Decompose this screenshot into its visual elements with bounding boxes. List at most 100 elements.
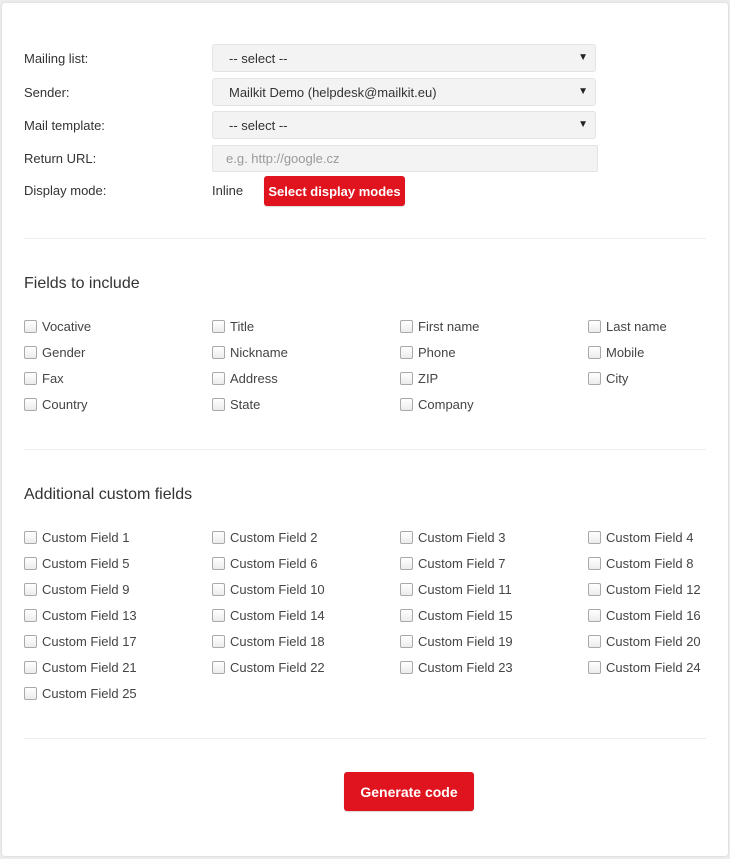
checkbox-option[interactable]: Custom Field 24 — [588, 658, 701, 676]
generate-code-button[interactable]: Generate code — [344, 772, 474, 811]
checkbox[interactable] — [24, 608, 37, 622]
checkbox-option[interactable]: Custom Field 14 — [212, 606, 325, 624]
checkbox-option[interactable]: Custom Field 22 — [212, 658, 325, 676]
checkbox-option[interactable]: Custom Field 19 — [400, 632, 513, 650]
checkbox[interactable] — [400, 345, 413, 359]
checkbox[interactable] — [588, 319, 601, 333]
checkbox[interactable] — [588, 530, 601, 544]
checkbox-label: Custom Field 12 — [606, 581, 701, 597]
checkbox-option[interactable]: Custom Field 10 — [212, 580, 325, 598]
checkbox[interactable] — [24, 397, 37, 411]
checkbox-option[interactable]: Custom Field 6 — [212, 554, 317, 572]
checkbox[interactable] — [588, 556, 601, 570]
checkbox[interactable] — [588, 634, 601, 648]
checkbox[interactable] — [400, 660, 413, 674]
checkbox-option[interactable]: State — [212, 395, 260, 413]
checkbox-option[interactable]: Last name — [588, 317, 667, 335]
checkbox[interactable] — [588, 608, 601, 622]
select-display-modes-button[interactable]: Select display modes — [264, 176, 405, 206]
checkbox-option[interactable]: Mobile — [588, 343, 644, 361]
checkbox[interactable] — [24, 660, 37, 674]
checkbox-label: Custom Field 13 — [42, 607, 137, 623]
checkbox-label: Custom Field 18 — [230, 633, 325, 649]
checkbox-option[interactable]: Vocative — [24, 317, 91, 335]
checkbox[interactable] — [24, 371, 37, 385]
checkbox-option[interactable]: Fax — [24, 369, 64, 387]
checkbox-option[interactable]: Custom Field 2 — [212, 528, 317, 546]
checkbox-label: Company — [418, 396, 474, 412]
checkbox[interactable] — [400, 397, 413, 411]
checkbox[interactable] — [24, 556, 37, 570]
checkbox-option[interactable]: Custom Field 25 — [24, 684, 137, 702]
checkbox-option[interactable]: Custom Field 20 — [588, 632, 701, 650]
checkbox[interactable] — [400, 530, 413, 544]
return-url-row: Return URL: — [24, 144, 212, 172]
checkbox-label: Gender — [42, 344, 86, 360]
checkbox-option[interactable]: Custom Field 13 — [24, 606, 137, 624]
checkbox[interactable] — [400, 582, 413, 596]
checkbox[interactable] — [212, 397, 225, 411]
checkbox[interactable] — [400, 634, 413, 648]
checkbox[interactable] — [24, 686, 37, 700]
checkbox[interactable] — [24, 634, 37, 648]
checkbox-option[interactable]: Custom Field 7 — [400, 554, 505, 572]
checkbox-option[interactable]: Custom Field 1 — [24, 528, 129, 546]
checkbox-option[interactable]: Custom Field 8 — [588, 554, 693, 572]
checkbox[interactable] — [400, 319, 413, 333]
return-url-placeholder: e.g. http://google.cz — [226, 151, 340, 166]
checkbox[interactable] — [212, 556, 225, 570]
checkbox-option[interactable]: Custom Field 18 — [212, 632, 325, 650]
checkbox[interactable] — [24, 345, 37, 359]
mailing-list-row: Mailing list: — [24, 44, 212, 72]
checkbox[interactable] — [400, 556, 413, 570]
checkbox[interactable] — [212, 530, 225, 544]
checkbox[interactable] — [24, 319, 37, 333]
checkbox-option[interactable]: Country — [24, 395, 88, 413]
checkbox-option[interactable]: Custom Field 9 — [24, 580, 129, 598]
checkbox-option[interactable]: Company — [400, 395, 474, 413]
return-url-input[interactable]: e.g. http://google.cz — [212, 145, 598, 172]
checkbox[interactable] — [212, 634, 225, 648]
sender-row: Sender: — [24, 78, 212, 106]
checkbox[interactable] — [588, 345, 601, 359]
checkbox-option[interactable]: City — [588, 369, 628, 387]
checkbox-option[interactable]: Custom Field 23 — [400, 658, 513, 676]
checkbox[interactable] — [212, 660, 225, 674]
checkbox-option[interactable]: Title — [212, 317, 254, 335]
checkbox-label: Custom Field 22 — [230, 659, 325, 675]
sender-select[interactable]: Mailkit Demo (helpdesk@mailkit.eu) ▼ — [212, 78, 596, 106]
checkbox-option[interactable]: Custom Field 11 — [400, 580, 512, 598]
checkbox[interactable] — [400, 371, 413, 385]
checkbox-option[interactable]: Custom Field 5 — [24, 554, 129, 572]
mail-template-select[interactable]: -- select -- ▼ — [212, 111, 596, 139]
checkbox[interactable] — [212, 608, 225, 622]
checkbox[interactable] — [24, 530, 37, 544]
checkbox-label: Custom Field 11 — [418, 581, 512, 597]
checkbox[interactable] — [212, 319, 225, 333]
checkbox[interactable] — [212, 371, 225, 385]
checkbox-option[interactable]: First name — [400, 317, 479, 335]
checkbox-option[interactable]: ZIP — [400, 369, 438, 387]
checkbox-label: City — [606, 370, 629, 386]
checkbox-label: Custom Field 4 — [606, 529, 694, 545]
checkbox[interactable] — [588, 582, 601, 596]
checkbox-option[interactable]: Custom Field 3 — [400, 528, 505, 546]
checkbox[interactable] — [400, 608, 413, 622]
checkbox[interactable] — [212, 582, 225, 596]
checkbox-option[interactable]: Custom Field 21 — [24, 658, 137, 676]
checkbox[interactable] — [588, 660, 601, 674]
checkbox-option[interactable]: Nickname — [212, 343, 288, 361]
checkbox-option[interactable]: Phone — [400, 343, 456, 361]
mailing-list-select[interactable]: -- select -- ▼ — [212, 44, 596, 72]
checkbox-option[interactable]: Custom Field 17 — [24, 632, 137, 650]
checkbox-option[interactable]: Gender — [24, 343, 85, 361]
checkbox-option[interactable]: Custom Field 12 — [588, 580, 701, 598]
checkbox[interactable] — [588, 371, 601, 385]
checkbox-option[interactable]: Custom Field 16 — [588, 606, 701, 624]
checkbox-option[interactable]: Custom Field 15 — [400, 606, 513, 624]
checkbox[interactable] — [24, 582, 37, 596]
checkbox-option[interactable]: Custom Field 4 — [588, 528, 693, 546]
checkbox[interactable] — [212, 345, 225, 359]
checkbox-label: Vocative — [42, 318, 92, 334]
checkbox-option[interactable]: Address — [212, 369, 278, 387]
